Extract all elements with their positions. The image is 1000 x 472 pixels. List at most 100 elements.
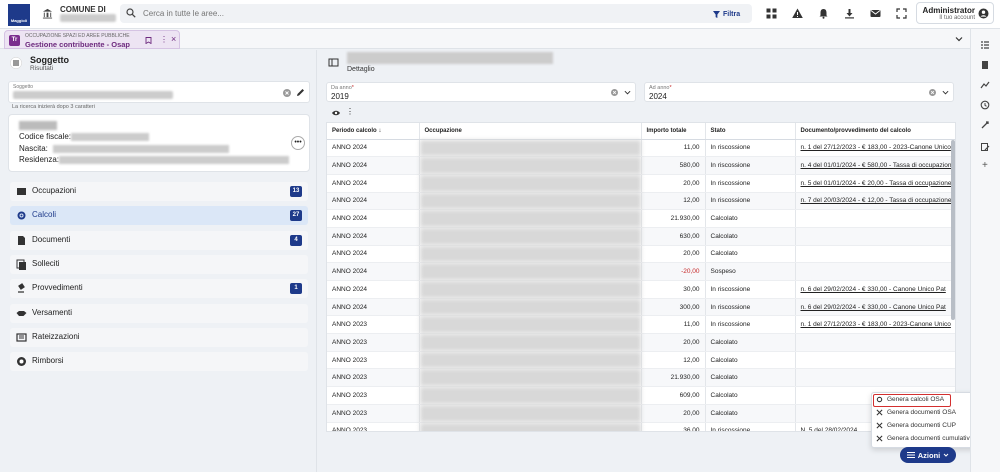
cell-stato: In riscossione xyxy=(705,156,796,175)
table-row[interactable]: ANNO 2023 11,00 In riscossione n. 1 del 27/… xyxy=(327,315,955,335)
from-year-select[interactable]: Da anno* 2019 xyxy=(326,82,636,102)
cell-importo: 21.930,00 xyxy=(641,368,706,388)
table-row[interactable]: ANNO 2024 20,00 Calcolato xyxy=(327,245,955,264)
list-view-icon[interactable] xyxy=(980,40,990,50)
table-scrollbar[interactable] xyxy=(951,140,955,320)
download-icon[interactable] xyxy=(844,8,855,19)
nav-item-versamenti[interactable]: Versamenti xyxy=(10,303,308,323)
table-row[interactable]: ANNO 2023 36,00 In riscossione N. 5 del 28/… xyxy=(327,422,955,431)
nav-item-calcoli[interactable]: Calcoli 27 xyxy=(10,206,308,226)
to-year-value: 2024 xyxy=(649,92,667,101)
table-row[interactable]: ANNO 2024 21.930,00 Calcolato xyxy=(327,209,955,228)
chevron-down-icon[interactable] xyxy=(624,89,631,96)
azioni-button[interactable]: Azioni xyxy=(900,447,956,463)
tab-more-icon[interactable]: ⋮ xyxy=(160,35,168,44)
nav-item-count-badge: 1 xyxy=(290,283,302,295)
clear-icon[interactable] xyxy=(283,89,291,97)
cell-documento[interactable]: n. 6 del 29/02/2024 - € 330,00 - Canone … xyxy=(795,298,955,317)
bookmark-icon[interactable] xyxy=(145,37,152,44)
eye-icon[interactable] xyxy=(332,109,340,117)
panel-toggle-icon[interactable] xyxy=(328,57,339,68)
cell-documento[interactable]: n. 6 del 29/02/2024 - € 330,00 - Canone … xyxy=(795,280,955,299)
cell-occupazione-redacted xyxy=(419,386,642,405)
cell-documento[interactable]: n. 5 del 01/01/2024 - € 20,00 - Tassa di… xyxy=(795,174,955,193)
nav-item-rateizzazioni[interactable]: Rateizzazioni xyxy=(10,327,308,347)
edit-document-icon[interactable] xyxy=(980,142,990,152)
clear-icon[interactable] xyxy=(929,89,936,96)
to-year-select[interactable]: Ad anno* 2024 xyxy=(644,82,954,102)
column-header-importo[interactable]: Importo totale xyxy=(641,123,706,140)
cell-stato: Calcolato xyxy=(705,245,796,264)
nav-item-documenti[interactable]: Documenti 4 xyxy=(10,230,308,250)
soggetto-field[interactable]: Soggetto xyxy=(8,81,310,103)
more-options-button[interactable]: ••• xyxy=(291,136,305,150)
table-row[interactable]: ANNO 2024 12,00 In riscossione n. 7 del 20/… xyxy=(327,192,955,211)
column-header-stato[interactable]: Stato xyxy=(705,123,796,140)
menu-item-genera-calcoli-osa[interactable]: Genera calcoli OSA xyxy=(876,396,944,403)
column-options-icon[interactable]: ⋮ xyxy=(346,107,354,116)
cell-documento[interactable]: n. 1 del 27/12/2023 - € 183,00 - 2023-Ca… xyxy=(795,139,955,158)
nav-item-solleciti[interactable]: Solleciti xyxy=(10,254,308,274)
detail-title-redacted xyxy=(347,52,553,64)
history-icon[interactable] xyxy=(980,100,990,110)
filter-button[interactable]: Filtra xyxy=(713,8,740,20)
cell-documento[interactable]: n. 1 del 27/12/2023 - € 183,00 - 2023-Ca… xyxy=(795,315,955,335)
table-row[interactable]: ANNO 2024 -20,00 Sospeso xyxy=(327,262,955,281)
table-row[interactable]: ANNO 2024 630,00 Calcolato xyxy=(327,227,955,246)
tab-gestione-contribuente[interactable]: Tr OCCUPAZIONE SPAZI ED AREE PUBBLICHE G… xyxy=(4,30,180,49)
table-row[interactable]: ANNO 2024 11,00 In riscossione n. 1 del 27/… xyxy=(327,139,955,158)
cell-importo: 30,00 xyxy=(641,280,706,299)
nav-item-rimborsi[interactable]: Rimborsi xyxy=(10,352,308,372)
table-row[interactable]: ANNO 2023 21.930,00 Calcolato xyxy=(327,368,955,388)
logo[interactable]: Maggioli xyxy=(8,4,30,26)
user-account-button[interactable]: Administrator Il tuo account xyxy=(916,2,994,24)
nav-item-provvedimenti[interactable]: Provvedimenti 1 xyxy=(10,279,308,299)
warning-icon[interactable] xyxy=(792,8,803,19)
apps-grid-icon[interactable] xyxy=(766,8,777,19)
tools-icon xyxy=(876,422,883,429)
chevron-down-icon[interactable] xyxy=(955,35,963,43)
soggetto-label: Soggetto xyxy=(13,84,34,90)
gavel-icon xyxy=(16,283,27,294)
fullscreen-icon[interactable] xyxy=(896,8,907,19)
cell-periodo: ANNO 2024 xyxy=(327,209,420,228)
column-header-periodo[interactable]: Periodo calcolo ↓ xyxy=(327,123,420,140)
mail-icon[interactable] xyxy=(870,8,881,19)
menu-item-genera-documenti-cup[interactable]: Genera documenti CUP xyxy=(876,422,956,429)
table-row[interactable]: ANNO 2024 20,00 In riscossione n. 5 del 01/… xyxy=(327,174,955,193)
clear-icon[interactable] xyxy=(611,89,618,96)
table-row[interactable]: ANNO 2024 580,00 In riscossione n. 4 del 01… xyxy=(327,156,955,175)
table-row[interactable]: ANNO 2024 300,00 In riscossione n. 6 del 29… xyxy=(327,298,955,317)
cell-occupazione-redacted xyxy=(419,209,642,228)
table-row[interactable]: ANNO 2024 30,00 In riscossione n. 6 del 29/… xyxy=(327,280,955,299)
cell-periodo: ANNO 2024 xyxy=(327,227,420,246)
nav-item-label: Provvedimenti xyxy=(32,283,83,293)
trend-icon[interactable] xyxy=(980,80,990,90)
add-icon[interactable]: + xyxy=(982,160,988,171)
to-year-label-text: Ad anno xyxy=(649,85,670,91)
cell-documento[interactable]: n. 4 del 01/01/2024 - € 580,00 - Tassa d… xyxy=(795,156,955,175)
book-icon[interactable] xyxy=(980,60,990,70)
table-row[interactable]: ANNO 2023 609,00 Calcolato xyxy=(327,386,955,405)
tools-icon[interactable] xyxy=(980,120,990,130)
list-menu-icon[interactable] xyxy=(10,57,22,69)
global-search-input[interactable] xyxy=(143,6,603,21)
bell-icon[interactable] xyxy=(818,8,829,19)
table-row[interactable]: ANNO 2023 12,00 Calcolato xyxy=(327,351,955,370)
cell-documento[interactable]: n. 7 del 20/03/2024 - € 12,00 - Tassa di… xyxy=(795,192,955,211)
menu-item-genera-documenti-osa[interactable]: Genera documenti OSA xyxy=(876,409,956,416)
tab-close-icon[interactable]: × xyxy=(171,34,176,44)
menu-item-label: Genera documenti CUP xyxy=(887,422,957,429)
nav-item-count-badge: 27 xyxy=(290,210,302,222)
from-year-label: Da anno* xyxy=(331,85,354,91)
chevron-down-icon[interactable] xyxy=(942,89,949,96)
right-rail xyxy=(970,29,1000,472)
table-row[interactable]: ANNO 2023 20,00 Calcolato xyxy=(327,404,955,423)
pencil-icon[interactable] xyxy=(296,88,305,97)
cell-stato: In riscossione xyxy=(705,174,796,193)
cell-importo: 11,00 xyxy=(641,315,706,335)
nav-item-occupazioni[interactable]: Occupazioni 13 xyxy=(10,182,308,201)
column-header-documento[interactable]: Documento/provvedimento del calcolo xyxy=(795,123,955,140)
table-row[interactable]: ANNO 2023 20,00 Calcolato xyxy=(327,333,955,352)
column-header-occupazione[interactable]: Occupazione xyxy=(419,123,642,140)
